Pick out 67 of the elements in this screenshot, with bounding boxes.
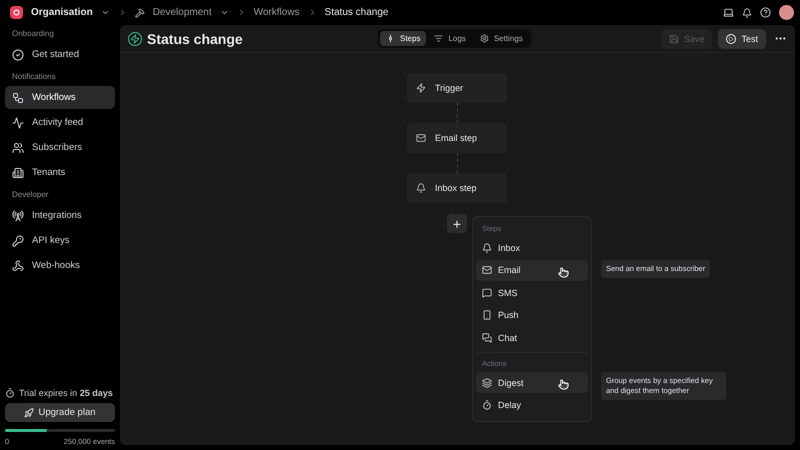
- workflow-node[interactable]: Trigger: [407, 73, 507, 103]
- pointer-cursor-icon: [558, 379, 569, 390]
- laptop-icon[interactable]: [723, 7, 734, 18]
- chat-icon: [482, 332, 492, 342]
- lightning-icon: [416, 83, 426, 93]
- section-heading: Developer: [11, 189, 50, 201]
- save-icon: [668, 34, 679, 44]
- add-step-button[interactable]: +: [447, 214, 467, 233]
- tab[interactable]: Steps: [380, 31, 426, 46]
- chevron-down-icon: [220, 8, 229, 17]
- tab[interactable]: Logs: [428, 31, 472, 46]
- test-button[interactable]: Test: [718, 28, 766, 48]
- sidebar-item[interactable]: API keys: [5, 229, 115, 252]
- lightning-icon: [128, 32, 142, 46]
- sidebar-item[interactable]: Workflows: [5, 86, 115, 109]
- tab[interactable]: Settings: [474, 31, 529, 46]
- antenna-icon: [12, 210, 24, 222]
- tools-icon: [134, 8, 145, 18]
- list-icon: [434, 34, 444, 43]
- settings-icon: [480, 34, 489, 43]
- sidebar-item[interactable]: Tenants: [5, 161, 115, 184]
- users-icon: [12, 142, 24, 154]
- key-icon: [12, 234, 24, 246]
- section-heading: Onboarding: [11, 28, 55, 40]
- phone-icon: [482, 310, 492, 320]
- menu-item[interactable]: Inbox: [476, 237, 588, 258]
- workflow-node[interactable]: Inbox step: [407, 173, 507, 203]
- chevron-down-icon: [100, 8, 110, 17]
- breadcrumb[interactable]: Development: [152, 7, 212, 18]
- user-avatar[interactable]: [779, 5, 794, 20]
- timer-icon: [5, 388, 15, 398]
- message-icon: [482, 288, 492, 298]
- menu-item[interactable]: Chat: [476, 327, 588, 348]
- breadcrumb[interactable]: Workflows: [254, 7, 300, 18]
- sidebar-item[interactable]: Get started: [5, 43, 115, 66]
- menu-item[interactable]: Push: [476, 304, 588, 326]
- organisation-switcher[interactable]: Organisation: [31, 7, 93, 18]
- rocket-icon: [24, 408, 34, 418]
- webhook-icon: [12, 260, 24, 272]
- section-heading: Notifications: [11, 71, 57, 83]
- trial-notice: Trial expires in 25 days: [19, 388, 113, 398]
- menu-item[interactable]: SMS: [476, 282, 588, 303]
- workflow-title: Status change: [147, 30, 243, 46]
- sidebar-item[interactable]: Subscribers: [5, 136, 115, 159]
- play-icon: [726, 34, 736, 44]
- layers-icon: [482, 378, 492, 388]
- menu-item[interactable]: Delay: [476, 394, 588, 416]
- mail-icon: [416, 133, 426, 143]
- upgrade-button[interactable]: Upgrade plan: [5, 403, 115, 422]
- sidebar-item[interactable]: Activity feed: [5, 111, 115, 134]
- workflow-node[interactable]: Email step: [407, 123, 507, 153]
- bell-icon[interactable]: [742, 8, 752, 18]
- bell-icon: [416, 183, 426, 193]
- bell-icon: [482, 242, 492, 252]
- sidebar-item[interactable]: Integrations: [5, 204, 115, 227]
- workflow-icon: [12, 92, 24, 104]
- steps-icon: [386, 34, 395, 43]
- mail-icon: [482, 265, 492, 275]
- pointer-cursor-icon: [558, 266, 569, 278]
- timer-icon: [482, 400, 492, 410]
- logo-icon: [10, 6, 23, 19]
- sidebar-item[interactable]: Web-hooks: [5, 254, 115, 277]
- activity-icon: [12, 116, 24, 128]
- building-icon: [12, 166, 24, 178]
- breadcrumb: Status change: [324, 7, 388, 18]
- check-circle-icon: [12, 48, 24, 60]
- help-icon[interactable]: [760, 7, 771, 18]
